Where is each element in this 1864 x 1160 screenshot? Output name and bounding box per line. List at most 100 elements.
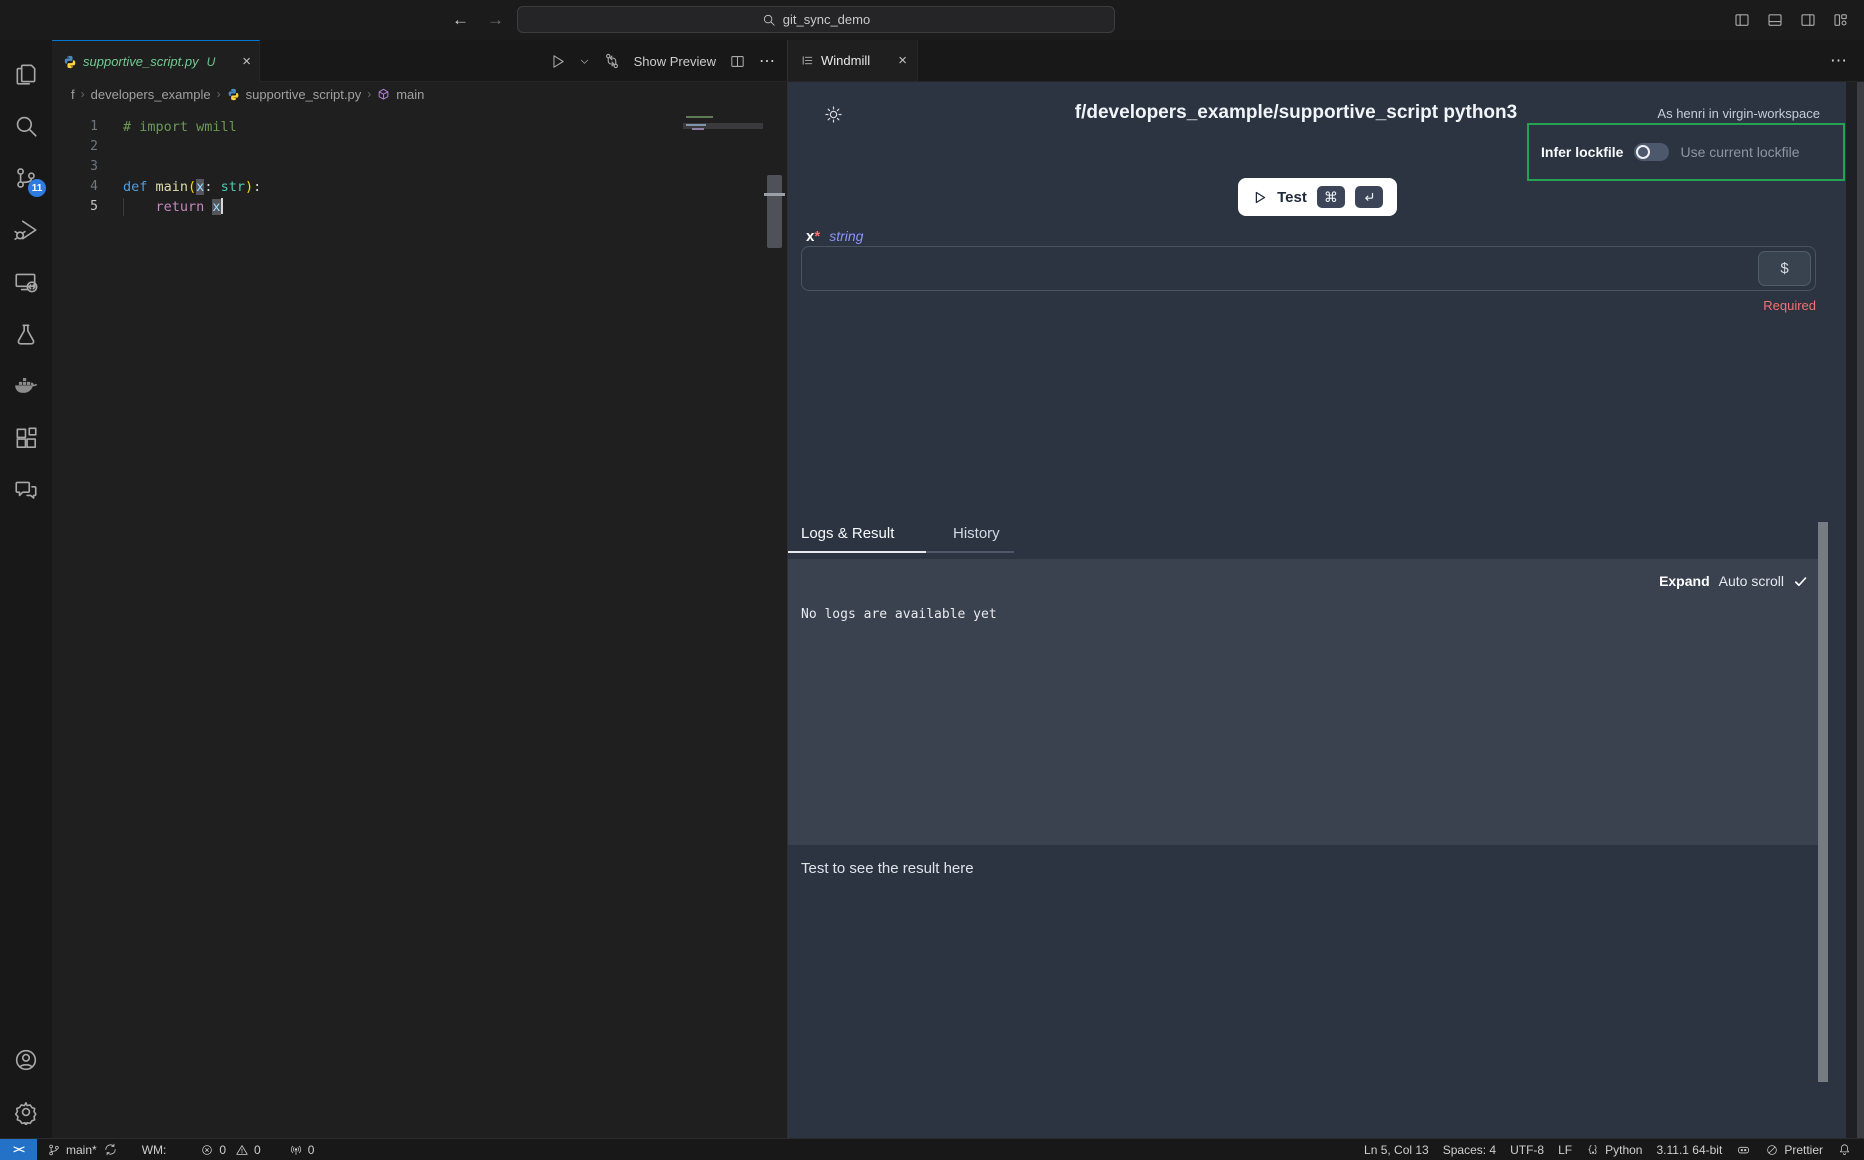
panel-tab-label: Windmill bbox=[821, 53, 870, 68]
scm-badge: 11 bbox=[28, 179, 46, 197]
logs-panel: Expand Auto scroll No logs are available… bbox=[788, 559, 1818, 845]
panel-tab-bar: Windmill × ⋯ bbox=[788, 40, 1864, 82]
settings-gear-icon[interactable] bbox=[0, 1086, 52, 1138]
git-branch-item[interactable]: main* bbox=[47, 1143, 97, 1157]
encoding[interactable]: UTF-8 bbox=[1510, 1143, 1544, 1157]
command-center-search[interactable]: git_sync_demo bbox=[517, 6, 1115, 33]
split-editor-icon[interactable] bbox=[729, 53, 746, 70]
arg-type-label: string bbox=[829, 228, 863, 244]
line-number: 3 bbox=[52, 157, 98, 177]
script-path-title: f/developers_example/supportive_script p… bbox=[788, 102, 1804, 124]
result-tabs: Logs & Result History bbox=[788, 525, 1014, 553]
lockfile-options-box: Infer lockfile Use current lockfile bbox=[1527, 123, 1845, 181]
required-message: Required bbox=[801, 298, 1816, 313]
run-context-label: As henri in virgin-workspace bbox=[1657, 106, 1820, 121]
minimap[interactable] bbox=[683, 106, 763, 1138]
token: str bbox=[221, 179, 245, 195]
source-control-icon[interactable]: 11 bbox=[0, 152, 52, 204]
forward-arrow-icon[interactable]: → bbox=[487, 10, 504, 30]
toggle-knob bbox=[1636, 145, 1650, 159]
breadcrumb-root[interactable]: f bbox=[71, 87, 75, 102]
code-line: 4 def main(x: str): bbox=[52, 177, 787, 197]
extensions-icon[interactable] bbox=[0, 412, 52, 464]
breadcrumb: f › developers_example › supportive_scri… bbox=[52, 82, 787, 106]
run-dropdown-icon[interactable] bbox=[579, 56, 590, 67]
toggle-secondary-sidebar-icon[interactable] bbox=[1799, 11, 1817, 29]
scrollbar-thumb[interactable] bbox=[767, 175, 782, 248]
code-line: 3 bbox=[52, 157, 787, 177]
activity-bar: 11 bbox=[0, 40, 52, 1138]
indent-guide bbox=[123, 198, 124, 216]
accounts-icon[interactable] bbox=[0, 1034, 52, 1086]
remote-indicator[interactable]: >< bbox=[0, 1139, 37, 1160]
indentation[interactable]: Spaces: 4 bbox=[1443, 1143, 1496, 1157]
wm-status-item[interactable]: WM: bbox=[142, 1143, 167, 1157]
breadcrumb-symbol[interactable]: main bbox=[396, 87, 424, 102]
expand-button[interactable]: Expand bbox=[1659, 573, 1710, 589]
python-version[interactable]: 3.11.1 64-bit bbox=[1656, 1143, 1722, 1157]
ports-broadcast-icon bbox=[289, 1143, 303, 1157]
search-view-icon[interactable] bbox=[0, 100, 52, 152]
windmill-tab-icon bbox=[801, 54, 814, 67]
tab-close-icon[interactable]: × bbox=[242, 53, 251, 70]
search-icon bbox=[762, 13, 776, 27]
token: ( bbox=[188, 179, 196, 195]
explorer-icon[interactable] bbox=[0, 48, 52, 100]
eol-sequence[interactable]: LF bbox=[1558, 1143, 1572, 1157]
code-editor[interactable]: 1 # import wmill 2 3 4 def main(x: str):… bbox=[52, 106, 787, 1138]
token: return bbox=[156, 199, 213, 215]
language-mode[interactable]: Python bbox=[1586, 1143, 1642, 1157]
tab-history[interactable]: History bbox=[926, 525, 1014, 553]
show-preview-button[interactable]: Show Preview bbox=[634, 54, 716, 69]
line-number: 4 bbox=[52, 177, 98, 197]
code-line: 1 # import wmill bbox=[52, 117, 787, 137]
panel-more-actions-icon[interactable]: ⋯ bbox=[1830, 40, 1848, 82]
run-debug-icon[interactable] bbox=[0, 204, 52, 256]
webview-scrollbar-thumb[interactable] bbox=[1818, 522, 1828, 1082]
cmd-key-icon: ⌘ bbox=[1317, 186, 1345, 208]
x-input[interactable] bbox=[802, 247, 1815, 290]
formatter-item[interactable]: Prettier bbox=[1765, 1143, 1823, 1157]
required-star: * bbox=[814, 228, 820, 245]
logs-empty-message: No logs are available yet bbox=[788, 607, 1818, 622]
test-button[interactable]: Test ⌘ bbox=[1238, 178, 1397, 216]
docker-icon[interactable] bbox=[0, 360, 52, 412]
chat-icon[interactable] bbox=[0, 464, 52, 516]
compare-changes-icon[interactable] bbox=[603, 52, 621, 70]
breadcrumb-file[interactable]: supportive_script.py bbox=[246, 87, 362, 102]
customize-layout-icon[interactable] bbox=[1832, 11, 1850, 29]
back-arrow-icon[interactable]: ← bbox=[452, 10, 469, 30]
breadcrumb-folder[interactable]: developers_example bbox=[91, 87, 211, 102]
sync-changes-icon[interactable] bbox=[103, 1142, 118, 1157]
lockfile-toggle[interactable] bbox=[1634, 143, 1669, 161]
minimap-mark bbox=[686, 116, 713, 118]
toggle-sidebar-icon[interactable] bbox=[1733, 11, 1751, 29]
tab-windmill[interactable]: Windmill × bbox=[788, 40, 918, 81]
python-file-icon bbox=[63, 55, 77, 69]
play-icon bbox=[1252, 190, 1267, 205]
tab-supportive-script[interactable]: supportive_script.py U × bbox=[52, 40, 260, 82]
notifications-bell-icon[interactable] bbox=[1837, 1142, 1852, 1157]
remote-explorer-icon[interactable] bbox=[0, 256, 52, 308]
tab-label: supportive_script.py bbox=[83, 54, 199, 69]
code-line: 2 bbox=[52, 137, 787, 157]
tab-logs-result[interactable]: Logs & Result bbox=[788, 525, 926, 553]
token: : bbox=[204, 179, 220, 195]
editor-more-actions-icon[interactable]: ⋯ bbox=[759, 51, 775, 71]
cursor-position[interactable]: Ln 5, Col 13 bbox=[1364, 1143, 1429, 1157]
run-file-icon[interactable] bbox=[549, 53, 566, 70]
token: ) bbox=[245, 179, 253, 195]
panel-tab-close-icon[interactable]: × bbox=[898, 52, 907, 69]
problems-item[interactable]: 0 0 bbox=[200, 1143, 260, 1157]
variable-picker-button[interactable]: $ bbox=[1758, 251, 1811, 286]
ports-item[interactable]: 0 bbox=[289, 1143, 315, 1157]
line-number: 2 bbox=[52, 137, 98, 157]
editor-scrollbar[interactable] bbox=[763, 106, 787, 1138]
copilot-icon[interactable] bbox=[1736, 1142, 1751, 1157]
panel-edge bbox=[1857, 82, 1864, 1138]
autoscroll-label[interactable]: Auto scroll bbox=[1719, 573, 1784, 589]
toggle-panel-icon[interactable] bbox=[1766, 11, 1784, 29]
testing-icon[interactable] bbox=[0, 308, 52, 360]
token bbox=[123, 199, 156, 215]
minimap-mark bbox=[686, 124, 706, 126]
